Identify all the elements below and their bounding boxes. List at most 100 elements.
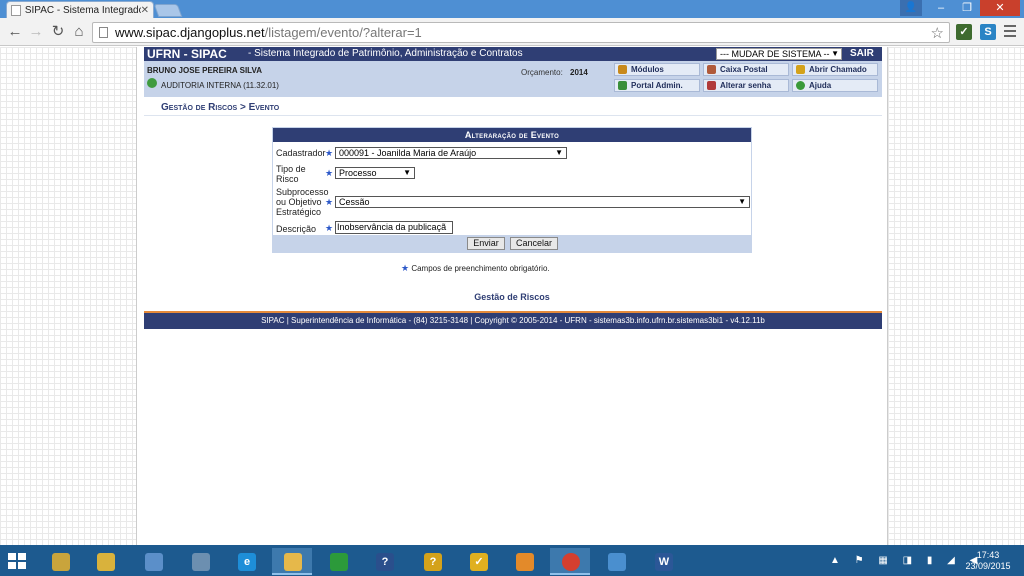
taskbar-calculator-icon[interactable]	[133, 548, 173, 575]
tipo-risco-value: Processo	[339, 168, 377, 178]
tipo-risco-select[interactable]: Processo ▼	[335, 167, 415, 179]
budget-year: 2014	[570, 68, 588, 77]
clock-date: 23/09/2015	[965, 561, 1011, 571]
clock-time: 17:43	[976, 550, 1000, 560]
menu-icon[interactable]	[1004, 25, 1016, 37]
descricao-value: Inobservância da publicaçã	[337, 222, 447, 232]
chevron-down-icon: ▼	[555, 148, 563, 157]
open-ticket-link[interactable]: Abrir Chamado	[792, 63, 878, 76]
bookmark-star-icon[interactable]: ☆	[931, 24, 944, 42]
taskbar-timer-icon[interactable]	[504, 548, 544, 575]
legend-text: Campos de preenchimento obrigatório.	[411, 264, 550, 273]
help-icon	[796, 81, 805, 90]
required-star-icon: ★	[325, 148, 334, 158]
subprocesso-label-3: Estratégico	[276, 207, 322, 217]
modules-link[interactable]: Módulos	[614, 63, 700, 76]
clock[interactable]: 17:43 23/09/2015	[958, 550, 1018, 572]
taskbar-wizard-icon[interactable]: ?	[412, 548, 452, 575]
restore-button[interactable]: ❐	[954, 0, 980, 16]
reload-icon[interactable]: ↻	[49, 23, 67, 41]
subprocesso-select[interactable]: Cessão ▼	[335, 196, 750, 208]
windows-start-icon[interactable]	[8, 553, 26, 569]
modules-icon	[618, 65, 627, 74]
page-viewport: UFRN - SIPAC - Sistema Integrado de Patr…	[0, 47, 1024, 545]
cadastrador-value: 000091 - Joanilda Maria de Araújo	[339, 148, 477, 158]
browser-tab[interactable]: SIPAC - Sistema Integrado ✕	[6, 1, 154, 19]
key-icon	[707, 81, 716, 90]
extension-s-icon[interactable]: S	[980, 24, 996, 40]
taskbar-ie-icon[interactable]: e	[226, 548, 266, 575]
change-system-value: --- MUDAR DE SISTEMA --	[720, 49, 830, 59]
form-title: Alteraração de Evento	[273, 128, 751, 142]
home-icon[interactable]: ⌂	[70, 23, 88, 41]
minimize-button[interactable]: –	[928, 0, 954, 16]
subprocesso-label-2: ou Objetivo	[276, 197, 322, 207]
system-name: - Sistema Integrado de Patrimônio, Admin…	[248, 48, 523, 59]
browser-titlebar: SIPAC - Sistema Integrado ✕ 👤 – ❐ ✕	[0, 0, 1024, 19]
taskbar-word-icon[interactable]: W	[643, 548, 683, 575]
edit-event-form: Alteraração de Evento Cadastrador ★ 0000…	[272, 127, 752, 253]
mailbox-link[interactable]: Caixa Postal	[703, 63, 789, 76]
unit-change-icon[interactable]	[147, 78, 157, 88]
taskbar-norton-icon[interactable]: ✓	[458, 548, 498, 575]
descricao-input[interactable]: Inobservância da publicaçã	[335, 221, 453, 234]
page-container: UFRN - SIPAC - Sistema Integrado de Patr…	[136, 47, 888, 545]
address-bar[interactable]: www.sipac.djangoplus.net /listagem/event…	[92, 22, 950, 43]
subprocesso-value: Cessão	[339, 197, 370, 207]
budget-label: Orçamento:	[521, 68, 563, 77]
system-header: UFRN - SIPAC - Sistema Integrado de Patr…	[144, 47, 882, 61]
new-tab-button[interactable]	[153, 4, 183, 17]
submit-button[interactable]: Enviar	[467, 237, 505, 250]
taskbar-notes-icon[interactable]	[85, 548, 125, 575]
tipo-risco-label-2: Risco	[276, 174, 299, 184]
chevron-down-icon: ▼	[831, 49, 839, 58]
change-system-select[interactable]: --- MUDAR DE SISTEMA -- ▼	[716, 48, 842, 60]
forward-arrow-icon[interactable]: →	[27, 23, 45, 41]
ticket-icon	[796, 65, 805, 74]
logout-link[interactable]: SAIR	[850, 47, 874, 61]
user-name: BRUNO JOSE PEREIRA SILVA	[147, 66, 262, 75]
taskbar-paint-icon[interactable]	[596, 548, 636, 575]
taskbar-file-icon[interactable]	[40, 548, 80, 575]
cadastrador-label: Cadastrador	[276, 148, 326, 158]
cadastrador-select[interactable]: 000091 - Joanilda Maria de Araújo ▼	[335, 147, 567, 159]
browser-toolbar: ← → ↻ ⌂ www.sipac.djangoplus.net /listag…	[0, 18, 1024, 46]
tipo-risco-label-1: Tipo de	[276, 164, 306, 174]
module-home-link[interactable]: Gestão de Riscos	[137, 292, 887, 302]
cancel-button[interactable]: Cancelar	[510, 237, 558, 250]
user-info-bar: BRUNO JOSE PEREIRA SILVA AUDITORIA INTER…	[144, 61, 882, 97]
required-star-icon: ★	[325, 197, 334, 207]
window-controls: 👤 – ❐ ✕	[900, 0, 1020, 16]
required-star-icon: ★	[325, 168, 334, 178]
taskbar-help-icon[interactable]: ?	[364, 548, 404, 575]
taskbar: e ? ? ✓ W ▲ ⚑ ▦ ◨ ▮ ◢ ◀ 17:43 23/09/2015	[0, 545, 1024, 576]
breadcrumb: Gestão de Riscos > Evento	[161, 102, 280, 113]
form-actions: Enviar Cancelar	[273, 235, 751, 252]
url-host: www.sipac.djangoplus.net	[115, 25, 265, 40]
required-legend: ★ Campos de preenchimento obrigatório.	[401, 263, 550, 274]
url-path: /listagem/evento/?alterar=1	[264, 25, 422, 40]
descricao-label: Descrição	[276, 224, 317, 234]
extension-shield-icon[interactable]: ✓	[956, 24, 972, 40]
close-tab-icon[interactable]: ✕	[141, 5, 149, 16]
page-favicon-icon	[11, 5, 21, 16]
admin-portal-link[interactable]: Portal Admin.	[614, 79, 700, 92]
tab-title: SIPAC - Sistema Integrado	[24, 5, 141, 16]
taskbar-explorer-icon[interactable]	[272, 548, 312, 575]
close-window-button[interactable]: ✕	[980, 0, 1020, 16]
chevron-down-icon: ▼	[403, 168, 411, 177]
required-star-icon: ★	[325, 223, 334, 233]
taskbar-computer-icon[interactable]	[180, 548, 220, 575]
taskbar-chrome-icon[interactable]	[550, 548, 590, 575]
system-logo[interactable]: UFRN - SIPAC	[147, 47, 227, 61]
user-unit: AUDITORIA INTERNA (11.32.01)	[161, 81, 279, 90]
back-arrow-icon[interactable]: ←	[6, 23, 24, 41]
breadcrumb-divider	[144, 115, 882, 116]
portal-icon	[618, 81, 627, 90]
chevron-down-icon: ▼	[738, 197, 746, 206]
page-footer: SIPAC | Superintendência de Informática …	[144, 313, 882, 329]
help-link[interactable]: Ajuda	[792, 79, 878, 92]
profile-icon[interactable]: 👤	[900, 0, 922, 16]
taskbar-store-icon[interactable]	[318, 548, 358, 575]
change-password-link[interactable]: Alterar senha	[703, 79, 789, 92]
